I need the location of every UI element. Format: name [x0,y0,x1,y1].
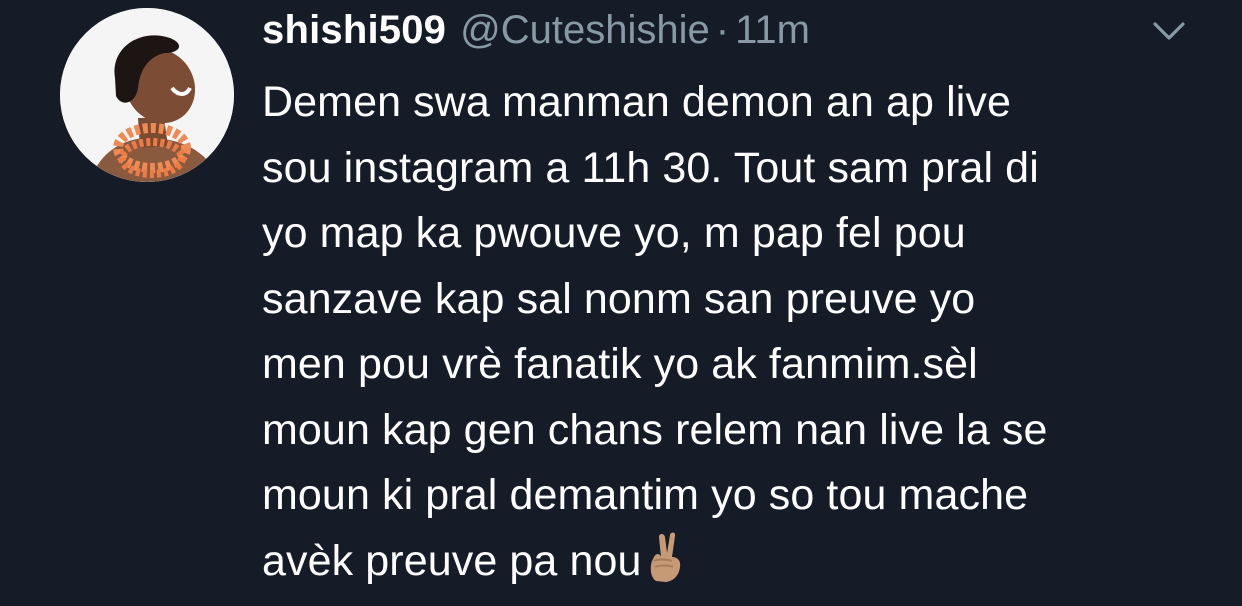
display-name[interactable]: shishi509 [262,8,446,53]
avatar[interactable] [60,8,234,182]
tweet-text-last-line: avèk preuve pa nou [262,529,1222,595]
tweet-text-line: sou instagram a 11h 30. Tout sam pral di [262,143,1039,192]
tweet-text-line: moun ki pral demantim yo so tou mache [262,471,1029,519]
tweet-text-line: yo map ka pwouve yo, m pap fel pou [262,209,966,257]
tweet-text-line: Demen swa manman demon an ap live [262,78,1012,126]
tweet-timestamp[interactable]: 11m [735,8,810,53]
tweet-header: shishi509 @Cuteshishie · 11m [262,8,810,58]
user-handle[interactable]: @Cuteshishie [460,8,710,53]
victory-hand-emoji [646,531,686,583]
separator-dot: · [715,8,730,52]
avatar-image [60,8,234,182]
tweet-text-line: men pou vrè fanatik yo ak fanmim.sèl [262,340,978,388]
tweet-text-line: moun kap gen chans relem nan live la se [262,405,1048,454]
chevron-down-icon[interactable] [1152,20,1186,42]
tweet-text: Demen swa manman demon an ap live sou in… [262,70,1222,594]
tweet-text-line: sanzave kap sal nonm san preuve yo [262,274,976,323]
tweet-text-line: avèk preuve pa nou [262,536,642,585]
chevron-down-icon-svg [1153,22,1185,40]
tweet[interactable]: shishi509 @Cuteshishie · 11m Demen swa m… [0,0,1242,606]
